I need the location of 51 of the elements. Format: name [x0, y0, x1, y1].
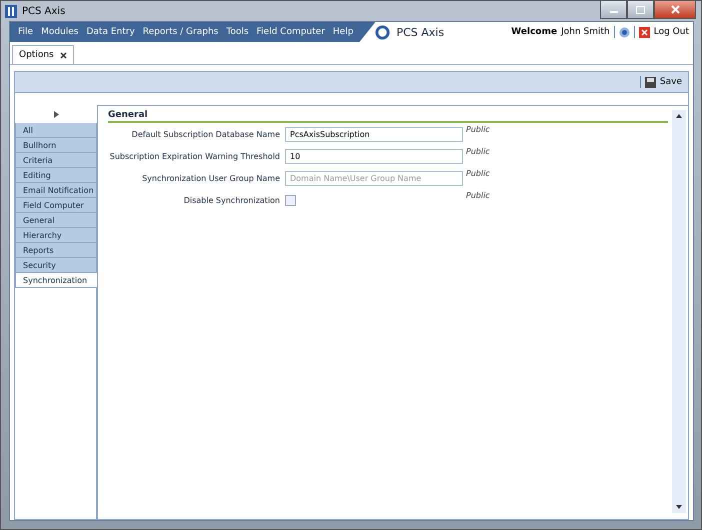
logout-icon[interactable]: [638, 26, 650, 38]
close-button[interactable]: [654, 1, 696, 19]
app-logo-icon: [5, 4, 17, 18]
menu-item[interactable]: Data Entry: [82, 27, 139, 37]
expand-arrow-icon[interactable]: [54, 110, 58, 118]
user-name: John Smith: [561, 27, 610, 37]
maximize-button[interactable]: [627, 1, 654, 19]
menu-item[interactable]: Modules: [37, 27, 82, 37]
section-title: General: [108, 110, 668, 123]
sidebar-item[interactable]: Security: [15, 258, 97, 273]
logout-link[interactable]: Log Out: [654, 27, 689, 37]
brand-logo-icon: [375, 24, 390, 40]
sidebar-item[interactable]: Field Computer: [15, 198, 97, 213]
input-field[interactable]: PcsAxisSubscription: [285, 126, 463, 142]
field-label: Disable Synchronization: [182, 196, 280, 204]
sidebar-item[interactable]: Email Notification: [15, 183, 97, 198]
scope-label: Public: [466, 146, 491, 156]
field-label: Default Subscription Database Name: [130, 130, 280, 138]
scroll-up-icon[interactable]: [676, 114, 682, 118]
field-label: Synchronization User Group Name: [141, 174, 280, 182]
sidebar-item[interactable]: Criteria: [15, 153, 97, 168]
welcome-label: Welcome: [511, 27, 558, 37]
input-field[interactable]: Domain Name\User Group Name: [285, 170, 463, 186]
sidebar-item[interactable]: All: [15, 123, 97, 138]
sidebar-item[interactable]: Bullhorn: [15, 138, 97, 153]
menu-item[interactable]: File: [14, 27, 38, 37]
menu-item[interactable]: Reports / Graphs: [138, 27, 222, 37]
field-label: Subscription Expiration Warning Threshold: [108, 152, 280, 160]
menu-item[interactable]: Field Computer: [252, 27, 329, 37]
help-icon[interactable]: [618, 26, 630, 38]
sidebar-item[interactable]: General: [15, 213, 97, 228]
scrollbar[interactable]: [672, 110, 686, 513]
scroll-down-icon[interactable]: [676, 505, 682, 509]
input-field[interactable]: 10: [285, 148, 463, 164]
close-icon[interactable]: [60, 52, 67, 58]
scope-label: Public: [466, 190, 491, 200]
sidebar-item[interactable]: Reports: [15, 243, 97, 258]
minimize-button[interactable]: [600, 1, 627, 19]
sidebar-item[interactable]: Editing: [15, 168, 97, 183]
brand-name: PCS Axis: [396, 26, 444, 38]
sidebar-item[interactable]: Hierarchy: [15, 228, 97, 243]
checkbox[interactable]: [285, 194, 296, 206]
close-icon: [670, 5, 680, 14]
tab[interactable]: Options: [12, 45, 74, 64]
save-button[interactable]: Save: [644, 76, 682, 88]
menu-item[interactable]: Help: [328, 27, 358, 37]
menu-item[interactable]: Tools: [222, 27, 253, 37]
window-title: PCS Axis: [22, 6, 66, 16]
scope-label: Public: [466, 124, 491, 134]
maximize-icon: [636, 6, 645, 14]
scope-label: Public: [466, 168, 491, 178]
